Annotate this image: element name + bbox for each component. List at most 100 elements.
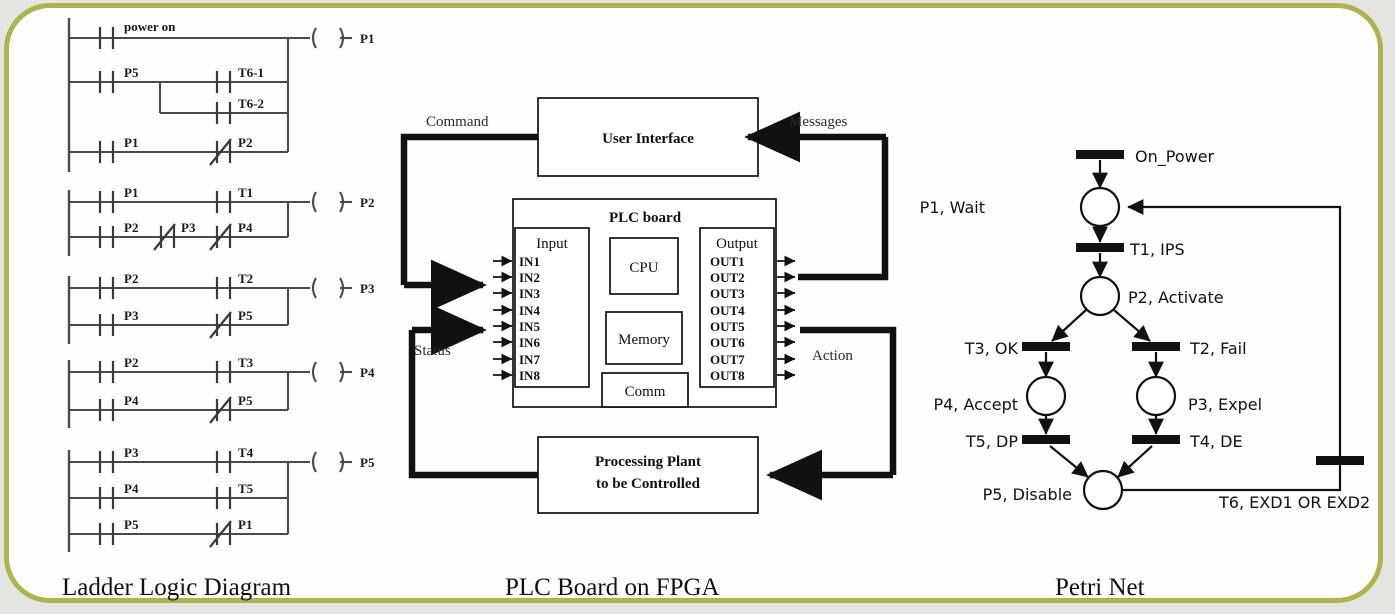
input-pin-label: IN8: [519, 368, 540, 383]
contact-label: T1: [238, 185, 253, 200]
plant-line1: Processing Plant: [595, 454, 701, 470]
plc-board-diagram: User Interface PLC board Input Output CP…: [400, 97, 897, 514]
transition-t5: [1022, 435, 1070, 444]
user-interface-label: User Interface: [602, 131, 694, 147]
contact-label: P5: [124, 517, 139, 532]
place-p5: [1082, 469, 1124, 511]
contact-t3: T3: [215, 355, 254, 383]
contact-label: T2: [238, 271, 253, 286]
figure-captions: Ladder Logic Diagram PLC Board on FPGA P…: [62, 574, 1145, 601]
plc-board-title: PLC board: [609, 210, 682, 226]
coil-label: P3: [360, 281, 375, 296]
command-label: Command: [426, 114, 489, 130]
arc-t5-p5: [1049, 445, 1089, 478]
figure-canvas: power on P5 T6-1 T6-2 P1 P2 P1 P1 T1 P2 …: [0, 0, 1395, 614]
ladder-logic-diagram: power on P5 T6-1 T6-2 P1 P2 P1 P1 T1 P2 …: [67, 18, 375, 552]
coil-p2: P2: [288, 191, 374, 213]
output-pin-label: OUT8: [710, 368, 745, 383]
contact-label: T5: [238, 481, 254, 496]
contact-label: P3: [181, 220, 196, 235]
contact-label: P4: [124, 393, 139, 408]
contact-p2-nc: P2: [209, 135, 252, 166]
label-p4: P4, Accept: [933, 395, 1018, 414]
contact-t1: T1: [215, 185, 253, 213]
label-p5: P5, Disable: [983, 485, 1072, 504]
contact-label: P5: [124, 65, 139, 80]
output-pin-label: OUT7: [710, 352, 745, 367]
contact-label: P1: [124, 135, 138, 150]
transition-t1: [1076, 243, 1124, 252]
input-pin-label: IN1: [519, 254, 540, 269]
output-pin-label: OUT3: [710, 286, 745, 301]
contact-label: P4: [124, 481, 139, 496]
contact-t6-1: T6-1: [215, 65, 264, 93]
output-pin-label: OUT2: [710, 270, 745, 285]
contact-power-on: power on: [98, 19, 176, 49]
contact-p4-nc: P4: [209, 220, 253, 251]
contact-label: P3: [124, 308, 139, 323]
input-title: Input: [536, 236, 568, 252]
coil-label: P5: [360, 455, 375, 470]
contact-label: power on: [124, 19, 176, 34]
contact-label: P2: [124, 220, 138, 235]
contact-p4: P4: [98, 393, 139, 421]
output-pin-label: OUT5: [710, 319, 745, 334]
label-t1: T1, IPS: [1129, 240, 1185, 259]
input-pin-label: IN6: [519, 335, 540, 350]
contact-p3: P3: [98, 445, 139, 473]
plant-line2: to be Controlled: [596, 476, 701, 492]
cpu-label: CPU: [629, 260, 658, 276]
status-label: Status: [414, 343, 451, 359]
contact-p1: P1: [98, 185, 138, 213]
coil-label: P2: [360, 195, 374, 210]
transition-t6: [1316, 456, 1364, 465]
contact-label: P4: [238, 220, 253, 235]
coil-p4: P4: [288, 361, 375, 383]
contact-p5: P5: [98, 65, 139, 93]
place-p2: [1079, 275, 1121, 317]
transition-on-power: [1076, 150, 1124, 159]
ladder-rung-p5: P3 T4 P4 T5 P5 P1 P5: [67, 445, 375, 552]
action-label: Action: [812, 348, 853, 364]
ladder-rung-p3: P2 T2 P3 P5 P3: [67, 271, 375, 344]
ladder-rung-p4: P2 T3 P4 P5 P4: [67, 355, 375, 428]
contact-p2: P2: [98, 355, 138, 383]
contact-label: P5: [238, 393, 253, 408]
output-title: Output: [716, 236, 759, 252]
contact-label: P5: [238, 308, 253, 323]
messages-wire: [798, 137, 889, 281]
contact-label: T4: [238, 445, 254, 460]
contact-t6-2: T6-2: [215, 96, 264, 124]
coil-label: P4: [360, 365, 375, 380]
label-t3: T3, OK: [964, 339, 1019, 358]
contact-p2: P2: [98, 271, 138, 299]
label-p2: P2, Activate: [1128, 288, 1224, 307]
output-pin-label: OUT1: [710, 254, 745, 269]
coil-p1: P1: [288, 27, 374, 49]
contact-label: T6-1: [238, 65, 264, 80]
label-t5: T5, DP: [965, 432, 1018, 451]
output-pin-label: OUT6: [710, 335, 745, 350]
input-pin-label: IN2: [519, 270, 540, 285]
messages-label: Messages: [789, 114, 847, 130]
label-t4: T4, DE: [1189, 432, 1243, 451]
label-t2: T2, Fail: [1189, 339, 1247, 358]
contact-p1-nc: P1: [209, 517, 252, 548]
contact-p2: P2: [98, 220, 138, 248]
place-p4: [1025, 375, 1067, 417]
petri-net-diagram: On_Power P1, Wait T1, IPS P2, Activate T…: [920, 147, 1370, 512]
diagram-svg: power on P5 T6-1 T6-2 P1 P2 P1 P1 T1 P2 …: [62, 18, 1370, 601]
contact-label: P3: [124, 445, 139, 460]
input-pin-label: IN5: [519, 319, 540, 334]
contact-label: P1: [124, 185, 138, 200]
input-pin-label: IN4: [519, 303, 540, 318]
transition-t2: [1132, 342, 1180, 351]
contact-p3-nc: P3: [153, 220, 196, 251]
contact-label: T3: [238, 355, 254, 370]
coil-p5: P5: [288, 451, 375, 473]
label-p3: P3, Expel: [1188, 395, 1262, 414]
arc-t4-p5: [1117, 445, 1153, 478]
place-p1: [1079, 186, 1121, 228]
contact-label: T6-2: [238, 96, 264, 111]
transition-t3: [1022, 342, 1070, 351]
